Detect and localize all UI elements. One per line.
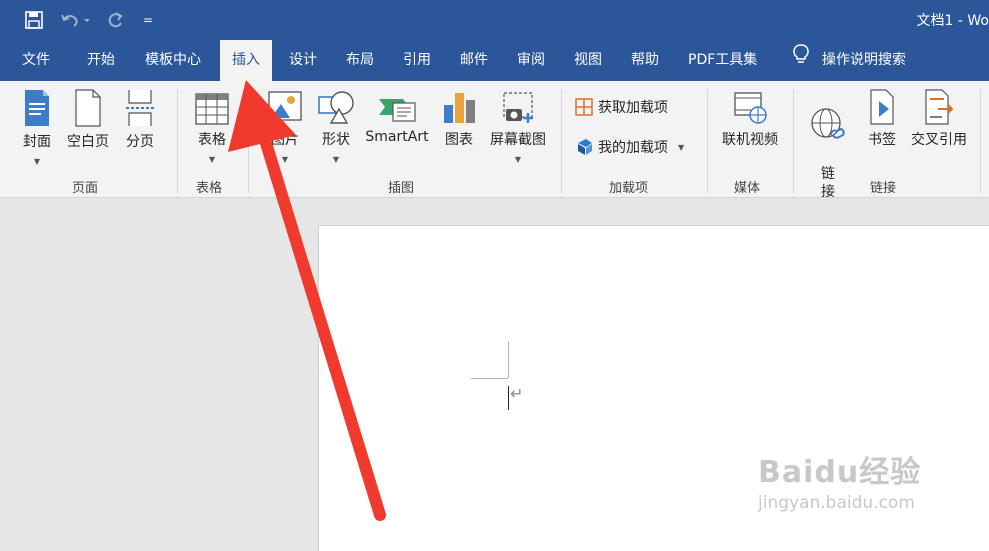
- get-addins-label: 获取加载项: [598, 100, 668, 116]
- smartart-icon: [379, 99, 416, 122]
- tab-template-center[interactable]: 模板中心: [145, 40, 201, 81]
- group-divider: [177, 89, 178, 193]
- picture-label: 图片: [271, 132, 299, 148]
- group-label-links: 链接: [870, 181, 897, 196]
- tab-insert[interactable]: 插入: [220, 40, 272, 81]
- watermark-logo: Baidu经验: [758, 455, 922, 490]
- online-video-button[interactable]: 联机视频: [718, 89, 782, 149]
- group-label-pages: 页面: [72, 181, 99, 196]
- ribbon: 封面 ▼ 空白页 分页 页面 表格 ▼ 表格 图片 ▼ 形状 ▼ SmartAr…: [0, 81, 989, 201]
- online-video-label: 联机视频: [722, 132, 778, 148]
- paragraph-mark: ↵: [510, 384, 524, 403]
- smartart-label: SmartArt: [365, 129, 429, 145]
- page-break-icon: [126, 90, 154, 126]
- tab-design[interactable]: 设计: [289, 40, 317, 81]
- chevron-down-icon: ▼: [678, 142, 685, 152]
- watermark: Baidu经验 jingyan.baidu.com: [758, 447, 921, 513]
- blank-page-icon: [75, 89, 101, 127]
- margin-corner-horizontal: [471, 378, 508, 379]
- bookmark-label: 书签: [868, 132, 896, 148]
- cover-page-button[interactable]: 封面 ▼: [18, 89, 56, 166]
- customize-quick-access-button[interactable]: =: [138, 8, 158, 32]
- link-label: 链 接: [821, 166, 835, 200]
- chevron-down-icon: ▼: [332, 155, 340, 164]
- page-break-label: 分页: [126, 134, 154, 150]
- shapes-icon: [318, 91, 354, 124]
- bookmark-button[interactable]: 书签: [863, 89, 901, 149]
- screenshot-label: 屏幕截图: [490, 132, 546, 148]
- tab-review[interactable]: 审阅: [517, 40, 545, 81]
- smartart-button[interactable]: SmartArt: [362, 89, 432, 145]
- my-addins-label: 我的加载项: [598, 140, 668, 156]
- blank-page-button[interactable]: 空白页: [63, 89, 113, 151]
- table-button[interactable]: 表格 ▼: [193, 89, 231, 164]
- store-icon: [575, 98, 593, 116]
- margin-corner-vertical: [508, 341, 509, 378]
- tab-pdf-tools[interactable]: PDF工具集: [688, 40, 757, 81]
- tab-help[interactable]: 帮助: [631, 40, 659, 81]
- table-label: 表格: [198, 132, 226, 148]
- link-button[interactable]: 链 接: [808, 89, 848, 201]
- save-icon[interactable]: [22, 8, 46, 32]
- bookmark-icon: [870, 89, 894, 125]
- tab-file[interactable]: 文件: [22, 40, 50, 81]
- group-label-illustrations: 插图: [388, 181, 415, 196]
- picture-icon: [268, 91, 302, 121]
- group-label-tables: 表格: [196, 181, 223, 196]
- cover-page-icon: [25, 90, 49, 126]
- chevron-down-icon: ▼: [514, 155, 522, 164]
- cross-reference-label: 交叉引用: [911, 132, 967, 148]
- watermark-url: jingyan.baidu.com: [758, 493, 915, 513]
- cross-reference-icon: [925, 89, 954, 125]
- redo-icon[interactable]: [103, 8, 127, 32]
- tab-layout[interactable]: 布局: [346, 40, 374, 81]
- group-divider: [980, 89, 981, 193]
- chart-button[interactable]: 图表: [441, 89, 477, 149]
- shapes-label: 形状: [322, 132, 350, 148]
- chart-label: 图表: [445, 132, 473, 148]
- chevron-down-icon: ▼: [208, 155, 216, 164]
- lightbulb-icon: [792, 40, 810, 81]
- my-addins-button[interactable]: 我的加载项 ▼: [574, 137, 684, 157]
- chevron-down-icon: ▼: [33, 157, 41, 166]
- link-globe-icon: [811, 108, 845, 139]
- screenshot-button[interactable]: 屏幕截图 ▼: [485, 89, 551, 164]
- table-icon: [195, 93, 229, 125]
- undo-icon[interactable]: [58, 8, 92, 32]
- blank-page-label: 空白页: [67, 134, 109, 150]
- tell-me-label: 操作说明搜索: [822, 52, 906, 68]
- group-label-media: 媒体: [734, 181, 761, 196]
- tab-references[interactable]: 引用: [403, 40, 431, 81]
- tab-home[interactable]: 开始: [87, 40, 115, 81]
- tell-me-search[interactable]: 操作说明搜索: [792, 40, 906, 81]
- group-divider: [707, 89, 708, 193]
- title-bar: = 文档1 - Wo: [0, 0, 989, 40]
- group-divider: [561, 89, 562, 193]
- page-break-button[interactable]: 分页: [122, 89, 158, 151]
- group-divider: [793, 89, 794, 193]
- tab-mailings[interactable]: 邮件: [460, 40, 488, 81]
- online-video-icon: [734, 92, 767, 124]
- chevron-down-icon: ▼: [281, 155, 289, 164]
- tab-view[interactable]: 视图: [574, 40, 602, 81]
- shapes-button[interactable]: 形状 ▼: [316, 89, 356, 164]
- group-divider: [248, 89, 249, 193]
- ribbon-tab-bar: 文件 开始 模板中心 插入 设计 布局 引用 邮件 审阅 视图 帮助 PDF工具…: [0, 40, 989, 81]
- group-label-addins: 加载项: [609, 181, 649, 196]
- chart-icon: [444, 93, 475, 123]
- window-title: 文档1 - Wo: [916, 13, 989, 29]
- cross-reference-button[interactable]: 交叉引用: [907, 89, 971, 149]
- cover-page-label: 封面: [23, 134, 51, 150]
- text-cursor: [508, 386, 509, 410]
- get-addins-button[interactable]: 获取加载项: [574, 97, 668, 117]
- picture-button[interactable]: 图片 ▼: [262, 89, 308, 164]
- addin-icon: [578, 139, 592, 155]
- screenshot-icon: [503, 92, 533, 123]
